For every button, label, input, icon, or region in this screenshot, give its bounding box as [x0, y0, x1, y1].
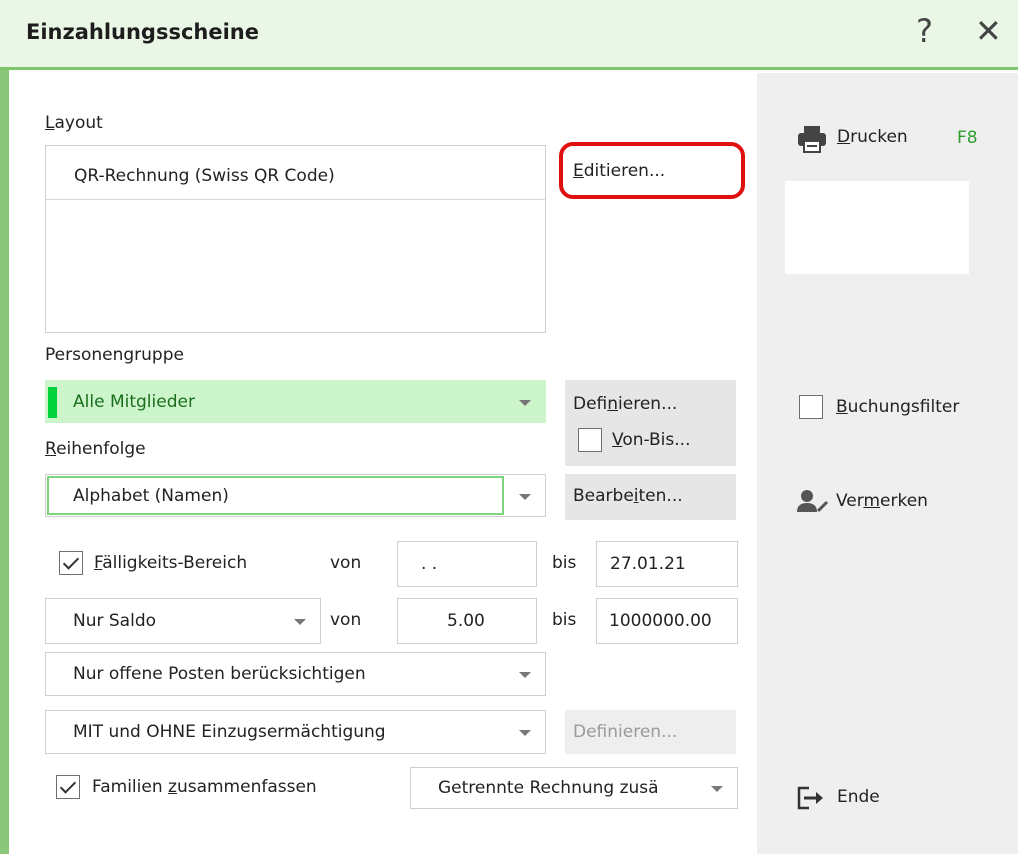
- print-label: Drucken: [837, 127, 908, 147]
- saldo-bis-value: 1000000.00: [609, 611, 712, 631]
- chevron-down-icon: [519, 730, 531, 736]
- reihenfolge-select[interactable]: Alphabet (Namen): [45, 474, 546, 517]
- close-icon[interactable]: ✕: [975, 14, 1002, 48]
- chevron-down-icon: [294, 619, 306, 625]
- einzug-define-label: Definieren...: [573, 722, 678, 742]
- buchungsfilter-checkbox[interactable]: [799, 395, 823, 419]
- familien-option-value: Getrennte Rechnung zusä: [438, 778, 659, 798]
- saldo-von-field[interactable]: 5.00: [397, 598, 537, 644]
- reihenfolge-label: Reihenfolge: [45, 439, 146, 459]
- posten-value: Nur offene Posten berücksichtigen: [73, 664, 366, 684]
- print-button[interactable]: Drucken F8: [795, 121, 995, 157]
- faelligkeit-von-label: von: [330, 553, 362, 573]
- saldo-bis-label: bis: [552, 610, 577, 630]
- faelligkeit-von-field[interactable]: . .: [397, 541, 537, 587]
- buchungsfilter-label: Buchungsfilter: [836, 397, 960, 417]
- von-bis-label: Von-Bis...: [612, 430, 691, 450]
- preview-box: [785, 181, 969, 274]
- faelligkeit-bis-value: 27.01.21: [610, 554, 686, 574]
- layout-listbox[interactable]: QR-Rechnung (Swiss QR Code): [45, 145, 546, 333]
- familien-label: Familien zusammenfassen: [92, 777, 317, 797]
- chevron-down-icon: [519, 494, 531, 500]
- layout-label: Layout: [45, 113, 103, 133]
- einzug-select[interactable]: MIT und OHNE Einzugsermächtigung: [45, 710, 546, 754]
- einzug-value: MIT und OHNE Einzugsermächtigung: [73, 722, 386, 742]
- posten-select[interactable]: Nur offene Posten berücksichtigen: [45, 652, 546, 696]
- printer-icon: [798, 126, 826, 153]
- saldo-select[interactable]: Nur Saldo: [45, 598, 321, 644]
- personengruppe-label: Personengruppe: [45, 345, 184, 365]
- vermerken-button[interactable]: Vermerken: [795, 484, 965, 520]
- print-shortcut: F8: [957, 128, 978, 148]
- saldo-bis-field[interactable]: 1000000.00: [596, 598, 738, 644]
- reihenfolge-value: Alphabet (Namen): [73, 486, 229, 506]
- personengruppe-actions: Definieren... Von-Bis...: [565, 380, 736, 466]
- von-bis-checkbox[interactable]: [578, 428, 602, 452]
- help-icon[interactable]: ?: [916, 14, 933, 48]
- define-group-button[interactable]: Definieren...: [573, 394, 677, 414]
- faelligkeit-von-value: . .: [421, 554, 438, 574]
- chevron-down-icon: [519, 400, 531, 406]
- saldo-von-label: von: [330, 610, 362, 630]
- layout-edit-button[interactable]: Editieren...: [573, 161, 665, 181]
- einzug-define-button: Definieren...: [565, 710, 736, 754]
- end-label: Ende: [837, 787, 880, 807]
- reihenfolge-edit-label: Bearbeiten...: [573, 486, 683, 506]
- chevron-down-icon: [519, 672, 531, 678]
- chevron-down-icon: [711, 786, 723, 792]
- personengruppe-value: Alle Mitglieder: [73, 392, 195, 412]
- exit-icon: [797, 786, 823, 810]
- familien-option-select[interactable]: Getrennte Rechnung zusä: [410, 767, 738, 809]
- personengruppe-select[interactable]: Alle Mitglieder: [45, 380, 546, 423]
- end-button[interactable]: Ende: [795, 780, 915, 816]
- window-title: Einzahlungsscheine: [26, 20, 259, 44]
- familien-checkbox[interactable]: [56, 775, 80, 799]
- faelligkeit-checkbox[interactable]: [59, 551, 83, 575]
- selection-marker: [48, 387, 57, 418]
- user-edit-icon: [797, 490, 829, 513]
- faelligkeit-bis-field[interactable]: 27.01.21: [596, 541, 738, 587]
- reihenfolge-edit-button[interactable]: Bearbeiten...: [565, 474, 736, 520]
- faelligkeit-label: Fälligkeits-Bereich: [94, 553, 248, 573]
- faelligkeit-bis-label: bis: [552, 553, 577, 573]
- saldo-value: Nur Saldo: [73, 611, 157, 631]
- vermerken-label: Vermerken: [836, 491, 928, 511]
- layout-list-item[interactable]: QR-Rechnung (Swiss QR Code): [46, 146, 545, 200]
- window-frame-left: [0, 70, 9, 854]
- saldo-von-value: 5.00: [447, 611, 485, 631]
